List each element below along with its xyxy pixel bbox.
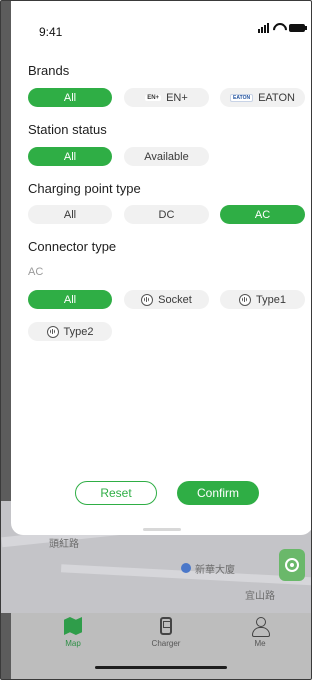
chip-label: All xyxy=(63,293,77,306)
tab-label: Map xyxy=(65,639,81,648)
map-label-building: 新華大廈 xyxy=(195,565,235,576)
tab-me[interactable]: Me xyxy=(225,617,295,661)
connector-chip-all[interactable]: All xyxy=(28,290,112,309)
connector-chip-type1[interactable]: Type1 xyxy=(220,290,305,309)
locate-icon xyxy=(285,558,299,572)
status-chip-available[interactable]: Available xyxy=(124,147,209,166)
map-label-street: 宜山路 xyxy=(245,591,275,602)
chip-label: AC xyxy=(254,208,271,221)
chip-label: EATON xyxy=(258,91,295,104)
status-time: 9:41 xyxy=(39,25,63,39)
chip-label: Type2 xyxy=(63,325,94,338)
person-icon xyxy=(251,617,270,637)
status-bar: 9:41 xyxy=(11,1,311,45)
type1-connector-icon xyxy=(239,293,252,306)
map-label-road: 頭紅路 xyxy=(49,539,79,550)
reset-button[interactable]: Reset xyxy=(75,481,157,505)
brand-chip-enplus[interactable]: EN+ EN+ xyxy=(124,88,209,107)
connector-chip-type2[interactable]: Type2 xyxy=(28,322,112,341)
sheet-drag-handle[interactable] xyxy=(143,528,181,531)
app-frame: 頭紅路 新華大廈 宜山路 9:41 Brands All EN+ EN+ EAT… xyxy=(0,0,312,680)
eaton-logo-icon: EATON xyxy=(230,93,254,102)
charger-icon xyxy=(160,617,172,635)
chip-label: All xyxy=(63,208,77,221)
connector-group-label: AC xyxy=(28,266,44,278)
brands-title: Brands xyxy=(28,63,70,78)
point-chip-ac[interactable]: AC xyxy=(220,205,305,224)
chip-label: All xyxy=(63,150,77,163)
confirm-button[interactable]: Confirm xyxy=(177,481,259,505)
brand-chip-all[interactable]: All xyxy=(28,88,112,107)
status-chip-all[interactable]: All xyxy=(28,147,112,166)
chip-label: EN+ xyxy=(166,91,188,104)
filter-sheet: 9:41 Brands All EN+ EN+ EATON EATON Stat… xyxy=(11,1,311,535)
connector-type-title: Connector type xyxy=(28,239,117,254)
brand-chip-eaton[interactable]: EATON EATON xyxy=(220,88,305,107)
point-chip-dc[interactable]: DC xyxy=(124,205,209,224)
chip-label: Available xyxy=(144,150,189,163)
station-status-title: Station status xyxy=(28,122,107,137)
chip-label: All xyxy=(63,91,77,104)
tab-map[interactable]: Map xyxy=(38,617,108,661)
tab-charger[interactable]: Charger xyxy=(131,617,201,661)
enplus-logo-icon: EN+ xyxy=(145,94,162,101)
chip-label: DC xyxy=(158,208,175,221)
tab-label: Me xyxy=(254,639,266,648)
poi-marker-icon[interactable] xyxy=(181,563,191,573)
point-chip-all[interactable]: All xyxy=(28,205,112,224)
socket-icon xyxy=(141,293,154,306)
charging-point-type-title: Charging point type xyxy=(28,181,141,196)
wifi-icon xyxy=(273,23,285,33)
signal-icon xyxy=(258,23,269,33)
bottom-tab-bar: Map Charger Me xyxy=(11,613,311,679)
chip-label: Socket xyxy=(158,293,192,306)
tab-label: Charger xyxy=(151,639,181,648)
home-indicator xyxy=(95,666,227,669)
type2-connector-icon xyxy=(46,325,59,338)
map-icon xyxy=(64,617,82,635)
battery-icon xyxy=(289,24,307,32)
chip-label: Type1 xyxy=(256,293,286,306)
locate-me-button[interactable] xyxy=(279,549,305,581)
connector-chip-socket[interactable]: Socket xyxy=(124,290,209,309)
